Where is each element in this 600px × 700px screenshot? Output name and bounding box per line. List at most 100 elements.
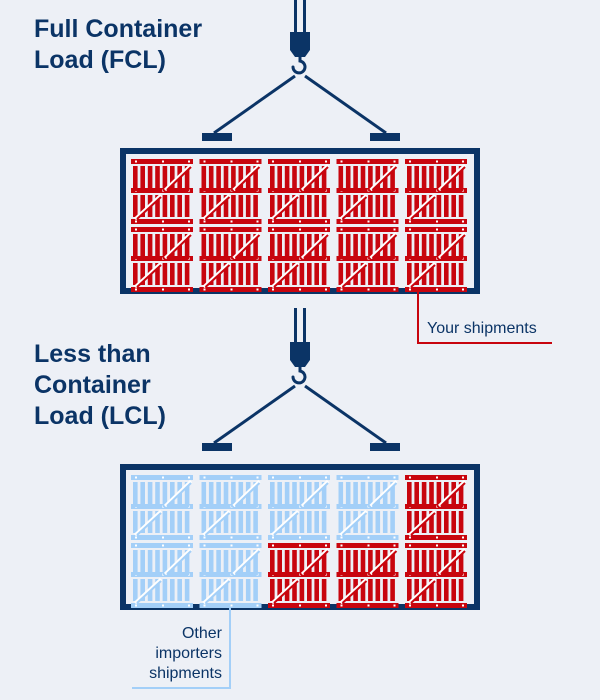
crate-rivet xyxy=(340,536,343,539)
crate-slat xyxy=(307,579,312,601)
crate-rivet xyxy=(409,288,411,291)
crate-rivet xyxy=(436,476,438,479)
crate-slat xyxy=(201,511,207,533)
crate-rivet xyxy=(462,544,464,547)
crate-rivet xyxy=(256,160,259,163)
crate-slat xyxy=(133,195,138,217)
crate-slat xyxy=(133,511,138,533)
crate-slat xyxy=(458,195,464,217)
crate-slat xyxy=(270,482,275,507)
crate-slat xyxy=(444,195,449,217)
crate-rivet xyxy=(256,476,259,479)
crate-slat xyxy=(390,579,395,601)
crate-rivet xyxy=(162,220,164,223)
crate-slat xyxy=(231,263,236,285)
crate-slat xyxy=(451,579,456,601)
crate-slat xyxy=(270,511,275,533)
crate-rivet xyxy=(203,160,206,163)
crate-slat xyxy=(284,482,290,507)
crate-slat xyxy=(338,579,344,601)
crate-slat xyxy=(436,195,442,217)
crate-rivet xyxy=(367,160,370,163)
crate-slat xyxy=(253,263,258,285)
crate-rivet xyxy=(230,544,233,547)
crate-rivet xyxy=(162,476,164,479)
crate-slat xyxy=(223,166,229,191)
crate-rivet xyxy=(162,544,164,547)
crate-slat xyxy=(270,234,275,259)
crate-rivet xyxy=(436,160,438,163)
crate-slat xyxy=(338,482,344,507)
crate-slat xyxy=(184,195,190,217)
crate-rivet xyxy=(462,604,464,607)
lift-pad xyxy=(370,443,400,451)
crate-rivet xyxy=(256,288,259,291)
crate-rivet xyxy=(325,220,327,223)
crate-slat xyxy=(444,511,449,533)
crate-slat xyxy=(216,234,221,259)
crate-rivet xyxy=(462,476,464,479)
other-shipments-line: shipments xyxy=(149,665,222,682)
crate-slat xyxy=(299,263,305,285)
crate-rivet xyxy=(367,220,370,223)
crate-rivet xyxy=(188,536,190,539)
crate-slat xyxy=(270,550,275,575)
crate-rivet xyxy=(135,228,137,231)
crate-slat xyxy=(345,482,351,507)
sling-line xyxy=(304,384,387,445)
crate-slat xyxy=(147,234,153,259)
crate-slat xyxy=(245,195,251,217)
crate-slat xyxy=(338,550,344,575)
crate-slat xyxy=(375,263,381,285)
crate-slat xyxy=(321,511,327,533)
crate-slat xyxy=(133,263,138,285)
crate-slat xyxy=(238,195,244,217)
crate-slat xyxy=(277,482,282,507)
crate-rivet xyxy=(436,536,438,539)
crate-rivet xyxy=(299,160,301,163)
crate-rivet xyxy=(436,544,438,547)
crate-slat xyxy=(382,511,388,533)
crate-slat xyxy=(429,482,434,507)
crate-rivet xyxy=(188,604,190,607)
crate-rivet xyxy=(162,604,164,607)
crate-rivet xyxy=(203,476,206,479)
crate-rivet xyxy=(203,228,206,231)
crate-slat xyxy=(245,579,251,601)
crate-rivet xyxy=(409,604,411,607)
lift-pad xyxy=(202,443,232,451)
crate-slat xyxy=(338,511,344,533)
crate-slat xyxy=(201,234,207,259)
crate-slat xyxy=(345,550,351,575)
crate-slat xyxy=(314,511,319,533)
crate-slat xyxy=(338,263,344,285)
other-shipments-line: importers xyxy=(155,645,222,662)
crate-rivet xyxy=(367,604,370,607)
crate-rivet xyxy=(325,476,327,479)
crate-slat xyxy=(407,166,412,191)
crate-slat xyxy=(155,234,160,259)
crate-slat xyxy=(414,482,419,507)
crate-rivet xyxy=(188,160,190,163)
crate-slat xyxy=(133,234,138,259)
crate-slat xyxy=(270,166,275,191)
crate-slat xyxy=(216,550,221,575)
lift-pad xyxy=(370,133,400,141)
crate-rivet xyxy=(272,544,274,547)
crate-rivet xyxy=(409,228,411,231)
crate-slat xyxy=(140,234,145,259)
crate-slat xyxy=(451,263,456,285)
crate-slat xyxy=(284,166,290,191)
your-shipments-label: Your shipments xyxy=(427,320,537,337)
crate-slat xyxy=(407,579,412,601)
crate-slat xyxy=(307,511,312,533)
crate-rivet xyxy=(162,288,164,291)
crate-rivet xyxy=(272,476,274,479)
crate-slat xyxy=(345,166,351,191)
crate-slat xyxy=(253,511,258,533)
diagram-canvas xyxy=(120,0,552,689)
crate-rivet xyxy=(340,544,343,547)
crate-slat xyxy=(407,234,412,259)
crate-rivet xyxy=(462,160,464,163)
crate-slat xyxy=(162,579,168,601)
